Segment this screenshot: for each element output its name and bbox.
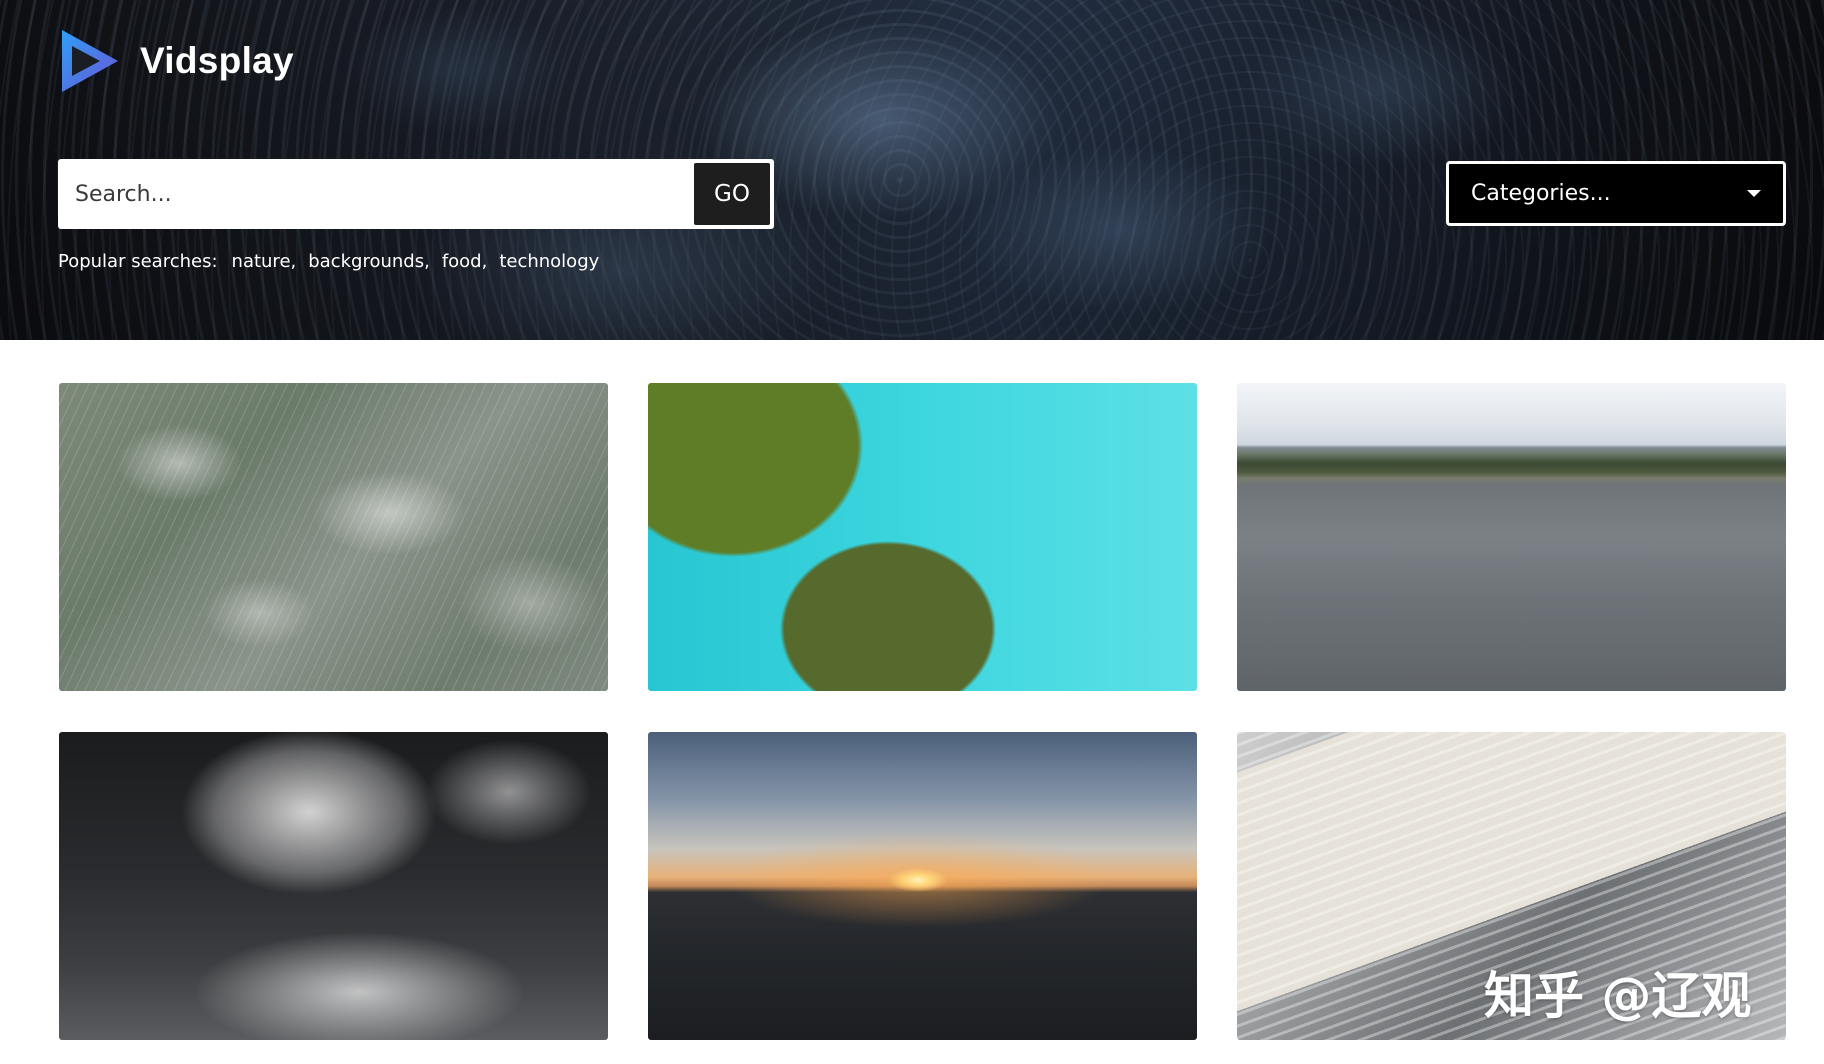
popular-term-backgrounds[interactable]: backgrounds, — [308, 251, 430, 272]
search-bar: GO — [58, 159, 774, 229]
popular-searches: Popular searches: nature, backgrounds, f… — [58, 251, 611, 272]
hero-banner: Vidsplay GO Popular searches: nature, ba… — [0, 0, 1824, 340]
search-input[interactable] — [62, 163, 694, 225]
video-thumbnail-ocean-sunset[interactable] — [648, 732, 1197, 1040]
video-thumbnail-green-orbs[interactable] — [648, 383, 1197, 691]
popular-searches-label: Popular searches: — [58, 251, 218, 272]
popular-term-technology[interactable]: technology — [499, 251, 599, 272]
video-thumbnail-icy-stream[interactable] — [59, 732, 608, 1040]
categories-label: Categories... — [1471, 181, 1611, 206]
popular-term-food[interactable]: food, — [442, 251, 488, 272]
brand-logo[interactable]: Vidsplay — [58, 26, 294, 96]
chevron-down-icon — [1747, 190, 1761, 197]
video-thumbnail-lake-mountains[interactable] — [1237, 383, 1786, 691]
video-thumbnail-rain-trees[interactable] — [59, 383, 608, 691]
play-logo-icon — [62, 30, 118, 92]
go-button[interactable]: GO — [694, 163, 770, 225]
categories-dropdown[interactable]: Categories... — [1446, 161, 1786, 226]
popular-term-nature[interactable]: nature, — [232, 251, 297, 272]
watermark: 知乎 @辽观 — [1484, 967, 1752, 1025]
brand-name: Vidsplay — [140, 40, 294, 81]
